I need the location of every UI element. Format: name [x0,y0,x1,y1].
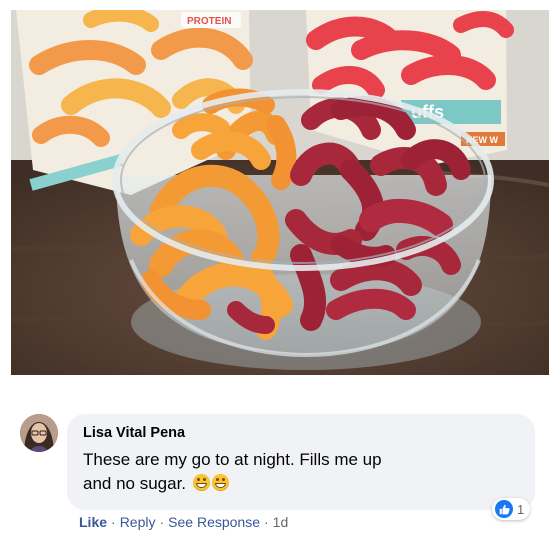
see-response-link[interactable]: See Response [168,513,260,531]
snack-bowl-image: PROTEIN uffs NEW W [11,10,549,375]
separator: · [264,514,269,530]
comment-body: These are my go to at night. Fills me up… [83,450,382,493]
comment-text: These are my go to at night. Fills me up… [83,448,413,496]
comment-bubble: Lisa Vital Pena These are my go to at ni… [67,414,535,510]
like-button[interactable]: Like [79,513,107,531]
separator: · [159,514,165,530]
thumbs-up-icon [495,500,513,518]
reaction-count: 1 [517,501,525,517]
reply-button[interactable]: Reply [120,513,156,531]
commenter-avatar[interactable] [20,414,58,452]
separator: · [111,514,116,530]
comment-actions: Like · Reply · See Response · 1d [79,513,288,531]
thumbs-up-glyph [499,504,510,514]
comment-author-name[interactable]: Lisa Vital Pena [83,424,521,442]
post-photo[interactable]: PROTEIN uffs NEW W [11,10,549,375]
reaction-summary[interactable]: 1 [492,498,531,520]
svg-text:PROTEIN: PROTEIN [187,16,231,27]
comment-timestamp[interactable]: 1d [273,513,289,531]
grinning-face-icon [192,474,210,491]
profile-picture-icon [20,414,58,452]
grinning-face-icon [211,474,229,491]
